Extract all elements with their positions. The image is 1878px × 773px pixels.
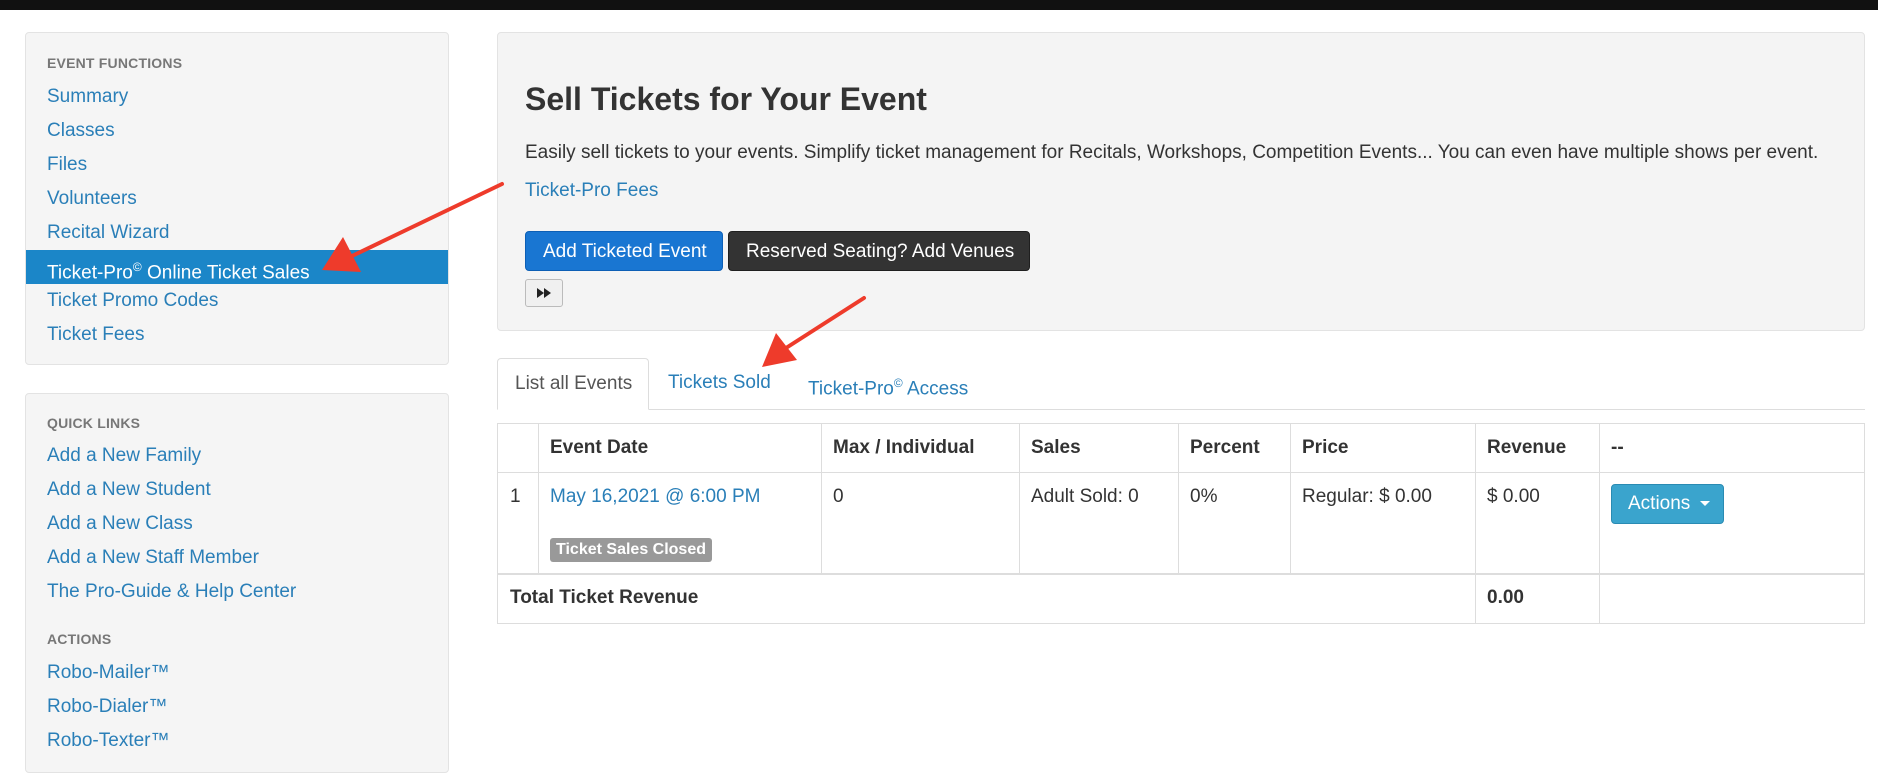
fast-forward-button[interactable] [525, 279, 563, 307]
column-divider [1599, 424, 1600, 623]
action-robo-dialer[interactable]: Robo-Dialer™ [26, 690, 448, 724]
footer-divider [498, 573, 1864, 575]
sidebar-item-summary[interactable]: Summary [26, 80, 448, 114]
column-divider [538, 424, 539, 573]
header-price: Price [1302, 437, 1349, 458]
ticket-pro-label: Ticket-Pro [47, 262, 133, 284]
event-functions-heading: EVENT FUNCTIONS [47, 55, 183, 71]
online-ticket-sales-label: Online Ticket Sales [141, 262, 310, 284]
event-date-link[interactable]: May 16,2021 @ 6:00 PM [550, 486, 760, 508]
add-ticketed-event-button[interactable]: Add Ticketed Event [525, 231, 723, 271]
header-sales: Sales [1031, 437, 1081, 458]
total-revenue-label: Total Ticket Revenue [510, 587, 699, 608]
actions-dropdown-button[interactable]: Actions [1611, 484, 1724, 524]
tab-list-all-events[interactable]: List all Events [497, 358, 649, 410]
column-divider [1475, 424, 1476, 623]
quick-link-add-student[interactable]: Add a New Student [26, 473, 448, 507]
quick-link-add-class[interactable]: Add a New Class [26, 507, 448, 541]
action-robo-mailer[interactable]: Robo-Mailer™ [26, 656, 448, 690]
add-venues-button[interactable]: Reserved Seating? Add Venues [728, 231, 1030, 271]
tab-divider [497, 409, 1865, 410]
quick-links-panel: QUICK LINKS Add a New Family Add a New S… [25, 393, 449, 773]
column-divider [821, 424, 822, 573]
sell-tickets-hero: Sell Tickets for Your Event Easily sell … [497, 32, 1865, 331]
action-robo-texter[interactable]: Robo-Texter™ [26, 724, 448, 758]
event-functions-panel: EVENT FUNCTIONS Summary Classes Files Vo… [25, 32, 449, 365]
header-event-date: Event Date [550, 437, 649, 458]
max-individual-cell: 0 [833, 486, 844, 507]
actions-heading: ACTIONS [47, 631, 112, 647]
page-title: Sell Tickets for Your Event [525, 81, 927, 117]
sales-cell: Adult Sold: 0 [1031, 486, 1139, 507]
column-divider [1290, 424, 1291, 573]
quick-link-add-staff[interactable]: Add a New Staff Member [26, 541, 448, 575]
total-revenue-value: 0.00 [1487, 587, 1524, 608]
percent-cell: 0% [1190, 486, 1218, 507]
tab-access-prefix: Ticket-Pro [808, 378, 894, 400]
header-divider [498, 472, 1864, 473]
status-badge: Ticket Sales Closed [550, 538, 712, 562]
sidebar-item-ticket-fees[interactable]: Ticket Fees [26, 318, 448, 352]
sidebar-item-files[interactable]: Files [26, 148, 448, 182]
sidebar-item-recital-wizard[interactable]: Recital Wizard [26, 216, 448, 250]
header-revenue: Revenue [1487, 437, 1567, 458]
revenue-cell: $ 0.00 [1487, 486, 1540, 507]
tab-tickets-sold[interactable]: Tickets Sold [668, 358, 771, 410]
price-cell: Regular: $ 0.00 [1302, 486, 1432, 507]
header-percent: Percent [1190, 437, 1260, 458]
sidebar-item-ticket-pro-online-ticket-sales[interactable]: Ticket-Pro© Online Ticket Sales [26, 250, 448, 284]
caret-down-icon [1699, 501, 1710, 507]
row-number: 1 [510, 486, 521, 507]
tab-ticket-pro-access[interactable]: Ticket-Pro© Access [808, 358, 968, 410]
fast-forward-icon [537, 288, 551, 298]
ticket-pro-fees-link[interactable]: Ticket-Pro Fees [525, 180, 658, 202]
tab-access-suffix: Access [902, 378, 969, 400]
copyright-mark: © [893, 376, 903, 390]
header-actions: -- [1611, 437, 1624, 458]
actions-label: Actions [1628, 493, 1691, 514]
copyright-mark: © [132, 260, 142, 274]
sidebar-item-ticket-promo-codes[interactable]: Ticket Promo Codes [26, 284, 448, 318]
column-divider [1019, 424, 1020, 573]
sidebar-item-classes[interactable]: Classes [26, 114, 448, 148]
quick-link-help-center[interactable]: The Pro-Guide & Help Center [26, 575, 448, 609]
top-bar [0, 0, 1878, 10]
hero-description: Easily sell tickets to your events. Simp… [525, 142, 1819, 163]
events-table: Event Date Max / Individual Sales Percen… [497, 423, 1865, 624]
quick-links-heading: QUICK LINKS [47, 415, 141, 431]
sidebar-item-volunteers[interactable]: Volunteers [26, 182, 448, 216]
quick-link-add-family[interactable]: Add a New Family [26, 439, 448, 473]
column-divider [1178, 424, 1179, 573]
header-max-individual: Max / Individual [833, 437, 975, 458]
